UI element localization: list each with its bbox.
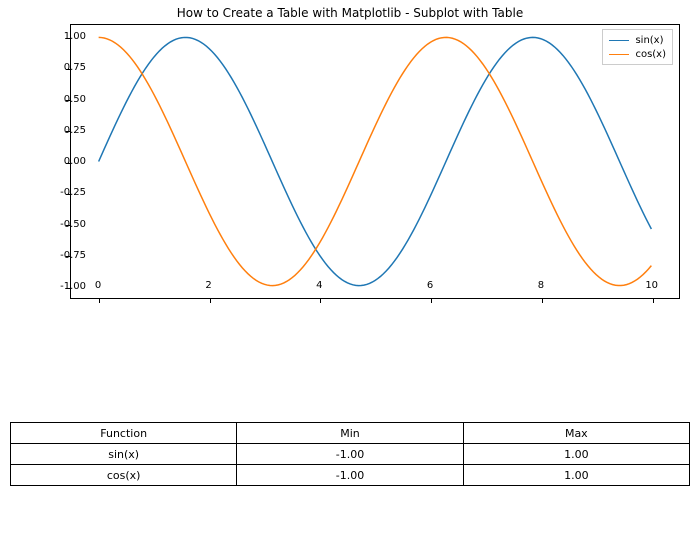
- x-tick: [653, 298, 654, 303]
- x-tick-label: 4: [299, 280, 339, 291]
- figure: How to Create a Table with Matplotlib - …: [0, 0, 700, 560]
- y-tick-label: -0.75: [46, 250, 86, 261]
- y-tick-label: 1.00: [46, 31, 86, 42]
- x-tick: [210, 298, 211, 303]
- legend-label-1: cos(x): [635, 49, 666, 60]
- legend-swatch-0: [609, 40, 629, 41]
- x-tick-label: 10: [632, 280, 672, 291]
- x-tick: [542, 298, 543, 303]
- legend-item-1: cos(x): [609, 47, 666, 61]
- legend-swatch-1: [609, 54, 629, 55]
- table-cell: Function: [11, 423, 237, 444]
- table-row: Function Min Max: [11, 423, 690, 444]
- y-tick-label: 0.25: [46, 125, 86, 136]
- table-cell: 1.00: [463, 444, 689, 465]
- x-tick: [99, 298, 100, 303]
- y-tick-label: 0.00: [46, 156, 86, 167]
- legend: sin(x) cos(x): [602, 29, 673, 65]
- chart-title: How to Create a Table with Matplotlib - …: [0, 6, 700, 20]
- x-tick: [431, 298, 432, 303]
- legend-label-0: sin(x): [635, 35, 663, 46]
- table-cell: -1.00: [237, 444, 463, 465]
- series-1-path: [99, 37, 652, 285]
- x-tick-label: 6: [410, 280, 450, 291]
- table-row: cos(x) -1.00 1.00: [11, 465, 690, 486]
- x-tick: [320, 298, 321, 303]
- table-cell: -1.00: [237, 465, 463, 486]
- y-tick-label: 0.50: [46, 94, 86, 105]
- summary-table: Function Min Max sin(x) -1.00 1.00 cos(x…: [10, 422, 690, 486]
- plot-area: sin(x) cos(x): [70, 24, 680, 299]
- table-row: sin(x) -1.00 1.00: [11, 444, 690, 465]
- table-cell: Min: [237, 423, 463, 444]
- table-cell: Max: [463, 423, 689, 444]
- x-tick-label: 8: [521, 280, 561, 291]
- curves-svg: [71, 25, 679, 298]
- table-cell: 1.00: [463, 465, 689, 486]
- y-tick-label: 0.75: [46, 62, 86, 73]
- y-tick-label: -0.25: [46, 187, 86, 198]
- y-tick-label: -0.50: [46, 219, 86, 230]
- x-tick-label: 2: [189, 280, 229, 291]
- table-cell: sin(x): [11, 444, 237, 465]
- legend-item-0: sin(x): [609, 33, 666, 47]
- y-tick-label: -1.00: [46, 281, 86, 292]
- table-cell: cos(x): [11, 465, 237, 486]
- series-0-path: [99, 37, 652, 285]
